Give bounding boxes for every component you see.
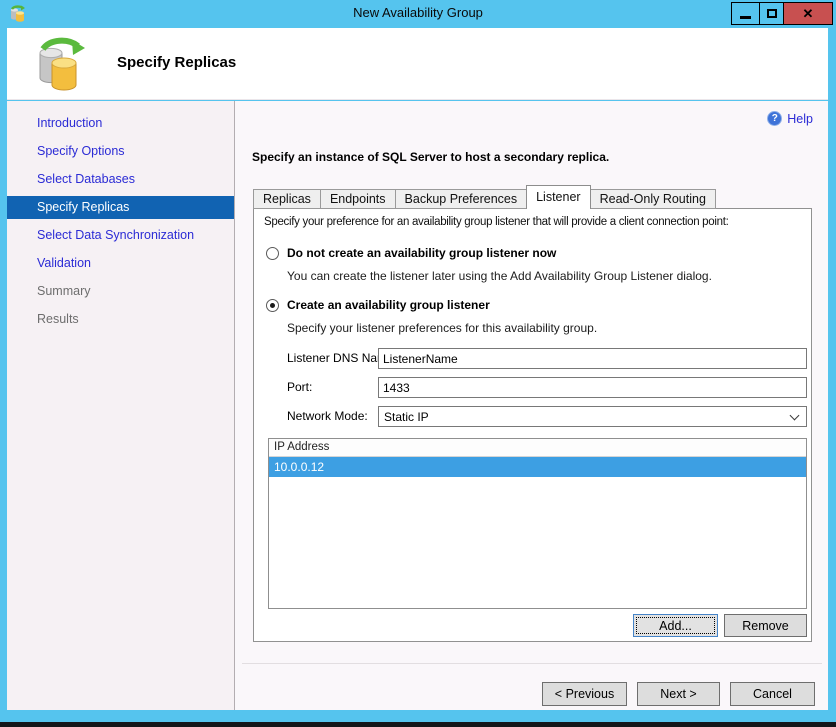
sidebar-item-specify-options[interactable]: Specify Options [7,137,234,165]
chevron-down-icon [789,410,800,421]
instruction-text: Specify an instance of SQL Server to hos… [252,150,610,164]
help-link[interactable]: ? Help [767,111,813,126]
radio-checked-icon[interactable] [266,298,279,312]
option-create-listener-label[interactable]: Create an availability group listener [287,298,490,312]
maximize-icon [766,9,777,18]
sidebar-item-summary: Summary [37,284,91,298]
help-icon: ? [767,111,783,126]
remove-button[interactable]: Remove [724,614,807,637]
window-controls: ✕ [731,2,833,25]
option-create-listener[interactable]: Create an availability group listener [266,298,490,312]
port-label: Port: [287,380,313,394]
tab-read-only-routing[interactable]: Read-Only Routing [589,189,716,209]
option-no-listener-label[interactable]: Do not create an availability group list… [287,246,556,260]
cancel-button[interactable]: Cancel [730,682,815,706]
tab-strip: Replicas Endpoints Backup Preferences Li… [253,185,716,209]
listener-description: Specify your preference for an availabil… [264,216,729,228]
tab-listener[interactable]: Listener [526,185,591,209]
tab-backup-preferences[interactable]: Backup Preferences [394,189,528,209]
wizard-header: Specify Replicas [7,28,828,100]
window-bottom-edge [0,722,836,727]
listener-tab-page: Specify your preference for an availabil… [253,208,812,642]
port-row: Port: [287,377,807,398]
sidebar-item-select-databases[interactable]: Select Databases [7,165,234,193]
sidebar-item-specify-replicas[interactable]: Specify Replicas [7,195,234,219]
network-mode-row: Network Mode: Static IP [287,406,807,427]
network-mode-label: Network Mode: [287,409,368,423]
option-no-listener[interactable]: Do not create an availability group list… [266,246,556,260]
database-sync-icon [39,37,85,91]
close-button[interactable]: ✕ [783,2,833,25]
tab-replicas[interactable]: Replicas [253,189,321,209]
option-no-listener-detail: You can create the listener later using … [287,269,712,283]
sidebar-item-select-data-synchronization[interactable]: Select Data Synchronization [7,221,234,249]
ip-address-list: IP Address 10.0.0.12 [268,438,807,609]
option-create-listener-detail: Specify your listener preferences for th… [287,321,598,335]
add-button[interactable]: Add... [633,614,718,637]
page-title: Specify Replicas [117,54,237,71]
dns-name-row: Listener DNS Name: [287,348,807,369]
port-input[interactable] [378,377,807,398]
minimize-button[interactable] [731,2,760,25]
wizard-steps-sidebar: Introduction Specify Options Select Data… [7,101,234,710]
help-label: Help [787,111,813,126]
titlebar: New Availability Group ✕ [0,0,836,28]
sidebar-item-results: Results [37,312,79,326]
radio-unchecked-icon[interactable] [266,246,279,260]
close-icon: ✕ [802,5,814,21]
network-mode-value: Static IP [384,410,429,424]
previous-button[interactable]: < Previous [542,682,627,706]
window-title: New Availability Group [353,5,483,20]
maximize-button[interactable] [759,2,784,25]
sidebar-item-validation[interactable]: Validation [7,249,234,277]
sidebar-item-introduction[interactable]: Introduction [7,109,234,137]
ip-address-column-header: IP Address [269,439,806,457]
dns-name-input[interactable] [378,348,807,369]
network-mode-dropdown[interactable]: Static IP [378,406,807,427]
main-panel: ? Help Specify an instance of SQL Server… [235,101,828,710]
wizard-steps-nav: Introduction Specify Options Select Data… [7,109,234,333]
next-button[interactable]: Next > [637,682,720,706]
tab-endpoints[interactable]: Endpoints [319,189,396,209]
new-availability-group-dialog: New Availability Group ✕ Specify Replica… [0,0,836,727]
minimize-icon [740,15,751,19]
footer-separator [242,663,822,664]
ip-address-row[interactable]: 10.0.0.12 [269,457,806,477]
